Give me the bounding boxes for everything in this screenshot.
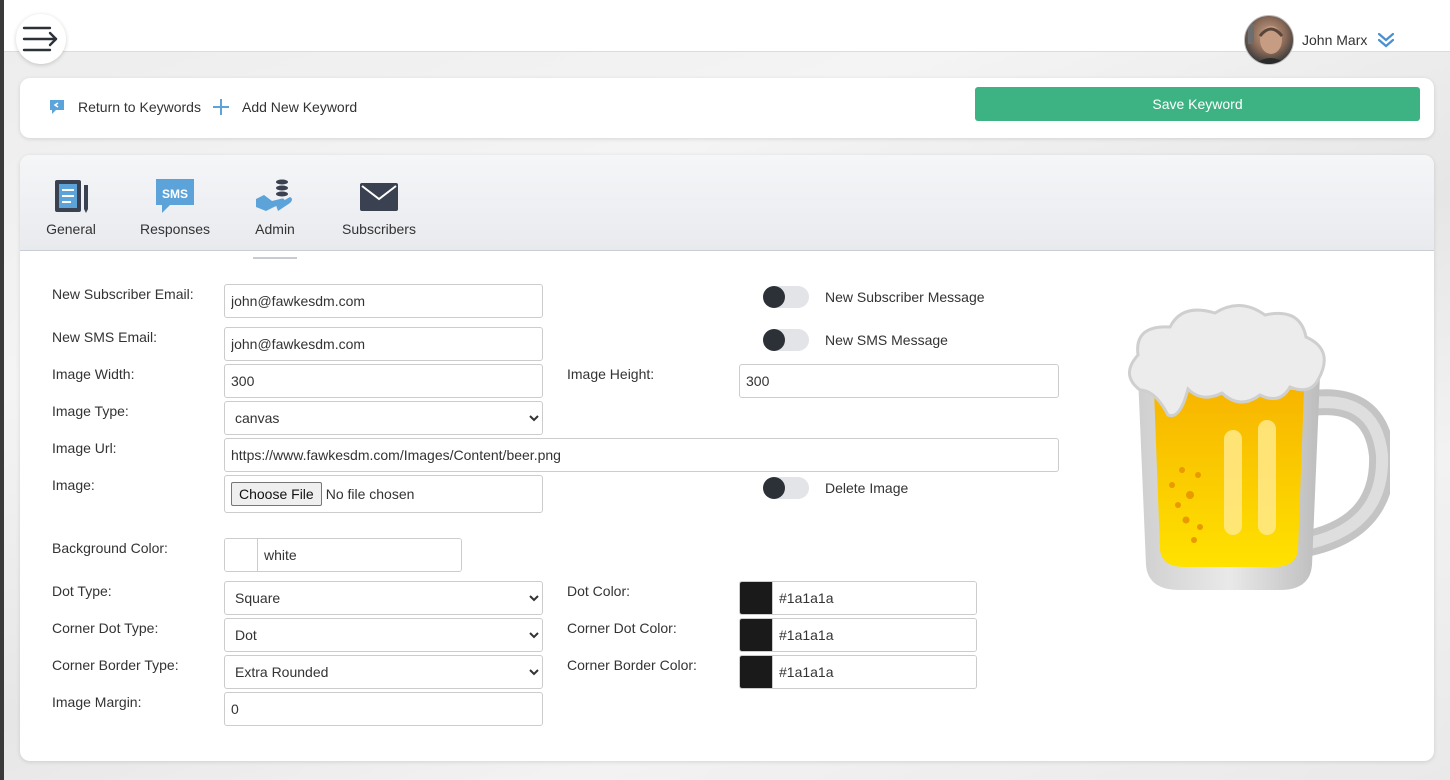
notebook-icon	[55, 180, 88, 213]
dot-color-input[interactable]	[773, 582, 976, 614]
delete-image-label: Delete Image	[825, 480, 909, 496]
dot-type-select[interactable]: Square	[224, 581, 543, 615]
corner-border-type-select[interactable]: Extra Rounded	[224, 655, 543, 689]
image-label: Image:	[52, 477, 95, 493]
image-type-select[interactable]: canvas	[224, 401, 543, 435]
tab-responses[interactable]: SMS Responses	[138, 177, 212, 237]
file-status-text: No file chosen	[325, 486, 415, 502]
image-margin-input[interactable]	[224, 692, 543, 726]
image-width-input[interactable]	[224, 364, 543, 398]
toggle-knob	[763, 286, 785, 308]
add-new-keyword-link[interactable]: Add New Keyword	[212, 98, 357, 116]
svg-text:SMS: SMS	[162, 187, 188, 201]
image-file-field: Choose File No file chosen	[224, 475, 543, 513]
tab-subscribers[interactable]: Subscribers	[339, 177, 419, 237]
sms-icon: SMS	[156, 179, 194, 213]
corner-dot-type-select[interactable]: Dot	[224, 618, 543, 652]
image-url-label: Image Url:	[52, 440, 117, 456]
new-subscriber-message-toggle[interactable]	[763, 286, 809, 308]
tab-admin[interactable]: Admin	[253, 177, 297, 259]
corner-dot-color-label: Corner Dot Color:	[567, 620, 677, 636]
tab-general[interactable]: General	[45, 177, 97, 237]
chat-back-icon	[50, 100, 64, 114]
new-sms-message-toggle[interactable]	[763, 329, 809, 351]
new-sms-message-toggle-row: New SMS Message	[763, 329, 948, 351]
tab-responses-label: Responses	[139, 221, 211, 237]
user-name[interactable]: John Marx	[1302, 32, 1367, 48]
tab-bar: General SMS Responses Admin Subscribers	[20, 155, 1434, 259]
corner-border-color-input[interactable]	[773, 656, 976, 688]
new-subscriber-message-label: New Subscriber Message	[825, 289, 985, 305]
return-to-keywords-link[interactable]: Return to Keywords	[48, 98, 201, 116]
dot-color-swatch[interactable]	[740, 582, 773, 614]
image-width-label: Image Width:	[52, 366, 135, 382]
double-chevron-down-icon[interactable]	[1377, 32, 1395, 53]
menu-toggle-button[interactable]	[16, 14, 66, 64]
corner-border-type-label: Corner Border Type:	[52, 657, 179, 673]
avatar-face-icon	[1248, 24, 1287, 64]
corner-dot-color-swatch[interactable]	[740, 619, 773, 651]
image-height-label: Image Height:	[567, 366, 655, 382]
toggle-knob	[763, 477, 785, 499]
new-sms-message-label: New SMS Message	[825, 332, 948, 348]
user-menu[interactable]: John Marx	[1244, 15, 1395, 65]
background-color-label: Background Color:	[52, 540, 168, 556]
add-new-keyword-label: Add New Keyword	[242, 99, 358, 115]
corner-dot-type-label: Corner Dot Type:	[52, 620, 159, 636]
keyword-editor-card: General SMS Responses Admin Subscribers …	[20, 155, 1434, 761]
dot-color-field	[739, 581, 977, 615]
corner-border-color-field	[739, 655, 977, 689]
background-color-input[interactable]	[258, 539, 461, 571]
save-keyword-button[interactable]: Save Keyword	[975, 87, 1420, 121]
corner-dot-color-input[interactable]	[773, 619, 976, 651]
background-color-swatch[interactable]	[225, 539, 258, 571]
tab-general-label: General	[46, 221, 96, 237]
tab-admin-label: Admin	[255, 221, 295, 237]
corner-dot-color-field	[739, 618, 977, 652]
top-bar	[4, 0, 1450, 52]
image-url-input[interactable]	[224, 438, 1059, 472]
tab-subscribers-label: Subscribers	[342, 221, 416, 237]
action-bar: Return to Keywords Add New Keyword Save …	[20, 78, 1434, 138]
delete-image-toggle[interactable]	[763, 477, 809, 499]
return-to-keywords-label: Return to Keywords	[78, 99, 201, 115]
window-left-edge	[0, 0, 4, 780]
image-preview	[1110, 295, 1396, 600]
dot-type-label: Dot Type:	[52, 583, 112, 599]
new-sms-email-label: New SMS Email:	[52, 329, 158, 345]
new-subscriber-email-input[interactable]	[224, 284, 543, 318]
corner-border-color-swatch[interactable]	[740, 656, 773, 688]
corner-border-color-label: Corner Border Color:	[567, 657, 697, 673]
hand-coins-icon	[256, 179, 292, 211]
avatar	[1244, 15, 1294, 65]
toggle-knob	[763, 329, 785, 351]
envelope-icon	[360, 183, 398, 211]
beer-mug-icon	[1128, 304, 1396, 590]
dot-color-label: Dot Color:	[567, 583, 631, 599]
new-subscriber-message-toggle-row: New Subscriber Message	[763, 286, 985, 308]
delete-image-toggle-row: Delete Image	[763, 477, 908, 499]
menu-arrow-icon	[22, 26, 58, 52]
choose-file-button[interactable]: Choose File	[231, 482, 322, 506]
image-height-input[interactable]	[739, 364, 1059, 398]
new-sms-email-input[interactable]	[224, 327, 543, 361]
plus-icon	[213, 99, 229, 115]
background-color-field	[224, 538, 462, 572]
new-subscriber-email-label: New Subscriber Email:	[52, 286, 194, 302]
image-type-label: Image Type:	[52, 403, 129, 419]
image-margin-label: Image Margin:	[52, 694, 142, 710]
